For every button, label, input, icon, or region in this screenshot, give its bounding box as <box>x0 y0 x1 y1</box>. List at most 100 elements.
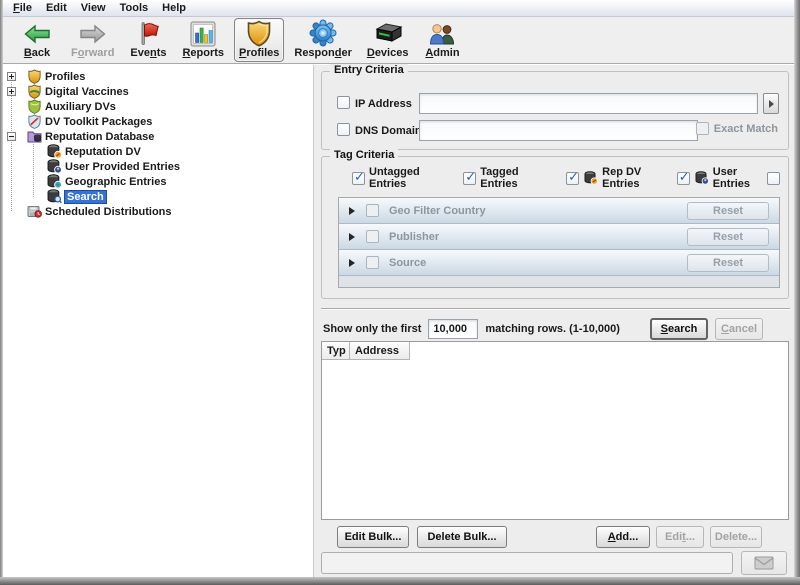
show-only-prefix-label: Show only the first <box>323 323 421 335</box>
database-user-icon <box>695 171 709 185</box>
untagged-entries-checkbox[interactable] <box>352 172 365 185</box>
filter-row-publisher: Publisher Reset <box>339 224 779 250</box>
tree-item-label: Reputation Database <box>45 131 154 143</box>
column-header-typ[interactable]: Typ <box>322 342 350 360</box>
toolbar-button-back[interactable]: Back <box>13 18 61 62</box>
tree-item-label: Auxiliary DVs <box>45 101 116 113</box>
edit-bulk-button[interactable]: Edit Bulk... <box>337 526 409 548</box>
tagged-entries-checkbox[interactable] <box>463 172 476 185</box>
window-border-bottom <box>0 577 800 585</box>
toolbar-label: Responder <box>294 47 351 60</box>
user-entries-checkbox[interactable] <box>677 172 690 185</box>
rep-dv-entries-checkbox[interactable] <box>566 172 579 185</box>
database-search-icon <box>47 189 62 204</box>
toolbar-button-profiles[interactable]: Profiles <box>234 18 284 62</box>
edit-button[interactable]: Edit... <box>656 526 704 548</box>
search-button[interactable]: Search <box>650 318 708 340</box>
tree-item-profiles[interactable]: Profiles <box>3 69 313 84</box>
row-count-input[interactable] <box>428 319 478 339</box>
publisher-checkbox[interactable] <box>366 230 379 243</box>
tag-criteria-title: Tag Criteria <box>330 149 398 161</box>
toolbar-label: Events <box>130 47 166 60</box>
reset-button[interactable]: Reset <box>687 254 769 272</box>
add-button[interactable]: Add... <box>596 526 650 548</box>
tree-item-user-provided-entries[interactable]: User Provided Entries <box>3 159 313 174</box>
window-border-left <box>0 0 3 585</box>
geo-filter-country-label: Geo Filter Country <box>389 205 486 217</box>
tree-item-auxiliary-dvs[interactable]: Auxiliary DVs <box>3 99 313 114</box>
menu-bar: File Edit View Tools Help <box>3 0 794 17</box>
expand-plus-icon[interactable] <box>7 87 16 96</box>
entry-criteria-title: Entry Criteria <box>330 64 408 76</box>
users-icon <box>429 20 455 47</box>
cancel-button[interactable]: Cancel <box>715 318 763 340</box>
tree-item-label: User Provided Entries <box>65 161 180 173</box>
search-controls-row: Show only the first matching rows. (1-10… <box>323 317 789 341</box>
rep-dv-entries-label: Rep DV Entries <box>602 166 669 190</box>
main-toolbar: Back Forward Events Reports Profiles <box>3 17 794 64</box>
search-panel: Entry Criteria IP Address DNS Domain Exa… <box>313 65 794 577</box>
toolbar-label: Devices <box>367 47 409 60</box>
send-mail-button[interactable] <box>741 551 787 575</box>
tree-item-search[interactable]: Search <box>3 189 313 204</box>
tree-item-digital-vaccines[interactable]: Digital Vaccines <box>3 84 313 99</box>
results-table-header: Typ Address <box>322 342 788 360</box>
toolbar-label: Back <box>24 47 50 60</box>
database-user-icon <box>47 159 62 174</box>
tree-item-dv-toolkit-packages[interactable]: DV Toolkit Packages <box>3 114 313 129</box>
delete-bulk-button[interactable]: Delete Bulk... <box>417 526 507 548</box>
toolbar-button-forward[interactable]: Forward <box>66 18 119 62</box>
ip-address-expand-button[interactable] <box>763 93 779 114</box>
source-checkbox[interactable] <box>366 256 379 269</box>
mail-icon <box>754 556 774 570</box>
user-entries-label: User Entries <box>713 166 767 190</box>
expand-triangle-icon[interactable] <box>349 259 355 267</box>
expand-plus-icon[interactable] <box>7 72 16 81</box>
dns-domain-input[interactable] <box>419 120 698 141</box>
toolbar-button-reports[interactable]: Reports <box>177 18 229 62</box>
forward-arrow-icon <box>80 20 106 47</box>
column-header-address[interactable]: Address <box>350 342 410 360</box>
exact-match-label: Exact Match <box>714 123 778 135</box>
reset-button[interactable]: Reset <box>687 228 769 246</box>
toolbar-button-devices[interactable]: Devices <box>362 18 414 62</box>
dv-shield-icon <box>27 84 42 99</box>
menu-view[interactable]: View <box>74 1 113 15</box>
tree-item-label: Digital Vaccines <box>45 86 129 98</box>
exact-match-control: Exact Match <box>696 122 778 135</box>
delete-button[interactable]: Delete... <box>710 526 762 548</box>
ip-address-checkbox[interactable] <box>337 96 350 109</box>
entry-criteria-group: Entry Criteria IP Address DNS Domain Exa… <box>321 71 789 150</box>
ip-address-input[interactable] <box>419 93 758 114</box>
menu-file[interactable]: File <box>6 1 39 15</box>
toolbar-button-admin[interactable]: Admin <box>418 18 466 62</box>
toolbar-label: Forward <box>71 47 114 60</box>
results-table[interactable]: Typ Address <box>321 341 789 520</box>
toolbar-button-responder[interactable]: Responder <box>289 18 356 62</box>
database-rep-icon <box>47 144 62 159</box>
menu-help[interactable]: Help <box>155 1 193 15</box>
application-window: File Edit View Tools Help Back Forward E… <box>0 0 800 585</box>
tree-item-reputation-dv[interactable]: Reputation DV <box>3 144 313 159</box>
exact-match-checkbox[interactable] <box>696 122 709 135</box>
navigation-tree: Profiles Digital Vaccines Auxiliary DVs … <box>3 65 313 219</box>
tree-item-geographic-entries[interactable]: Geographic Entries <box>3 174 313 189</box>
menu-tools[interactable]: Tools <box>113 1 156 15</box>
dns-domain-label: DNS Domain <box>355 125 422 137</box>
menu-edit[interactable]: Edit <box>39 1 74 15</box>
table-actions-row: Edit Bulk... Delete Bulk... Add... Edit.… <box>321 526 789 548</box>
extra-checkbox[interactable] <box>767 172 780 185</box>
dns-domain-checkbox[interactable] <box>337 123 350 136</box>
reset-button[interactable]: Reset <box>687 202 769 220</box>
bar-chart-icon <box>190 20 216 47</box>
red-flag-icon <box>137 20 159 47</box>
database-rep-icon <box>584 171 598 185</box>
geo-filter-country-checkbox[interactable] <box>366 204 379 217</box>
disk-clock-icon <box>27 204 42 219</box>
toolbar-button-events[interactable]: Events <box>124 18 172 62</box>
collapse-minus-icon[interactable] <box>7 132 16 141</box>
expand-triangle-icon[interactable] <box>349 207 355 215</box>
expand-triangle-icon[interactable] <box>349 233 355 241</box>
tree-item-scheduled-distributions[interactable]: Scheduled Distributions <box>3 204 313 219</box>
tree-item-reputation-database[interactable]: Reputation Database <box>3 129 313 144</box>
